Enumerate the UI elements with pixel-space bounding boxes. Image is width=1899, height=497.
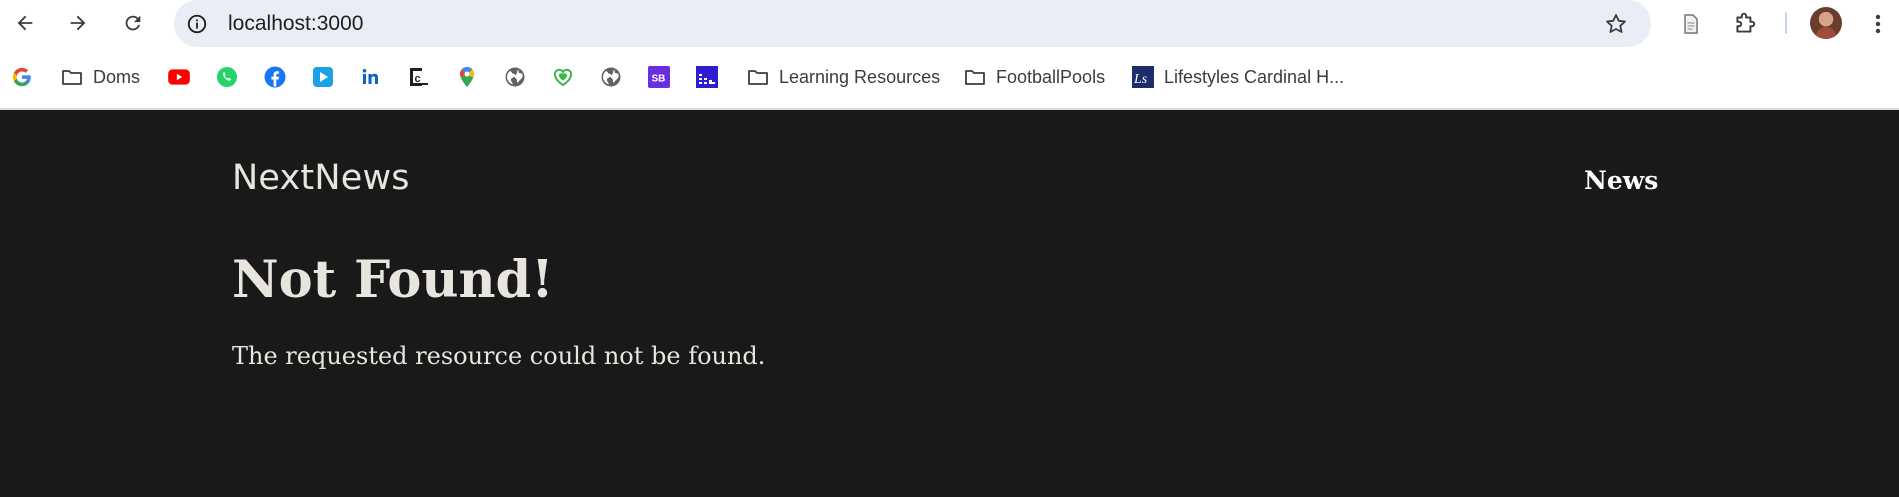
bookmark-label: Doms <box>93 66 141 87</box>
bookmark-label: Lifestyles Cardinal H... <box>1164 66 1345 87</box>
url-text[interactable]: localhost:3000 <box>228 11 363 36</box>
reload-icon <box>125 15 141 31</box>
google-icon <box>9 64 35 90</box>
bookmark-linkedin[interactable] <box>358 57 384 97</box>
bookmark-maps[interactable] <box>454 57 480 97</box>
bookmark-whatsapp[interactable] <box>214 57 240 97</box>
sheet-icon <box>694 64 720 90</box>
bookmark-youtube[interactable] <box>166 57 192 97</box>
bookmark-play[interactable] <box>310 57 336 97</box>
folder-icon <box>745 64 771 90</box>
bookmark-globe-1[interactable] <box>502 57 528 97</box>
bookmark-star-icon[interactable] <box>1601 9 1631 39</box>
bookmark-google[interactable] <box>9 57 35 97</box>
address-bar[interactable]: localhost:3000 <box>174 0 1651 47</box>
arrow-left-icon <box>17 15 33 31</box>
back-button[interactable] <box>8 6 42 40</box>
bookmark-facebook[interactable] <box>262 57 288 97</box>
bookmark-globe-2[interactable] <box>598 57 624 97</box>
play-icon <box>310 64 336 90</box>
c-code-icon: c <box>406 64 432 90</box>
browser-chrome: localhost:3000 Doms c SB Learning Resour… <box>0 0 1899 110</box>
folder-icon <box>962 64 988 90</box>
linkedin-icon <box>358 64 384 90</box>
bookmark-heart-shield[interactable] <box>550 57 576 97</box>
bookmark-folder-doms[interactable]: Doms <box>59 57 140 97</box>
site-info-icon[interactable] <box>184 11 209 36</box>
bookmark-folder-learning[interactable]: Learning Resources <box>745 57 940 97</box>
menu-kebab-icon[interactable] <box>1862 8 1894 40</box>
reload-button[interactable] <box>116 6 150 40</box>
toolbar-divider <box>1785 12 1787 34</box>
reading-mode-icon[interactable] <box>1675 8 1707 40</box>
youtube-icon <box>166 64 192 90</box>
bookmark-c-code[interactable]: c <box>406 57 432 97</box>
bookmark-label: FootballPools <box>996 66 1106 87</box>
globe-icon <box>598 64 624 90</box>
bookmark-label: Learning Resources <box>779 66 941 87</box>
bookmarks-bar: Doms c SB Learning Resources FootballPoo… <box>0 57 1899 99</box>
svg-text:SB: SB <box>652 74 666 85</box>
heart-shield-icon <box>550 64 576 90</box>
ls-logo-icon: Ls <box>1130 64 1156 90</box>
extensions-icon[interactable] <box>1729 8 1761 40</box>
bookmark-folder-footballpools[interactable]: FootballPools <box>962 57 1105 97</box>
sb-icon: SB <box>646 64 672 90</box>
page-title: Not Found! <box>232 250 554 310</box>
folder-icon <box>59 64 85 90</box>
browser-toolbar: localhost:3000 <box>0 0 1899 47</box>
bookmark-sheet[interactable] <box>694 57 720 97</box>
site-brand-link[interactable]: NextNews <box>232 158 410 198</box>
nav-link-news[interactable]: News <box>1584 166 1658 195</box>
bookmark-lifestyles[interactable]: Ls Lifestyles Cardinal H... <box>1130 57 1344 97</box>
globe-icon <box>502 64 528 90</box>
page-content: NextNews News Not Found! The requested r… <box>0 110 1899 497</box>
whatsapp-icon <box>214 64 240 90</box>
arrow-right-icon <box>70 15 86 31</box>
svg-text:c: c <box>415 73 421 85</box>
forward-button[interactable] <box>61 6 95 40</box>
bookmark-sb[interactable]: SB <box>646 57 672 97</box>
error-message: The requested resource could not be foun… <box>232 342 766 370</box>
svg-text:Ls: Ls <box>1133 72 1148 87</box>
facebook-icon <box>262 64 288 90</box>
maps-pin-icon <box>454 64 480 90</box>
profile-avatar[interactable] <box>1810 7 1842 39</box>
